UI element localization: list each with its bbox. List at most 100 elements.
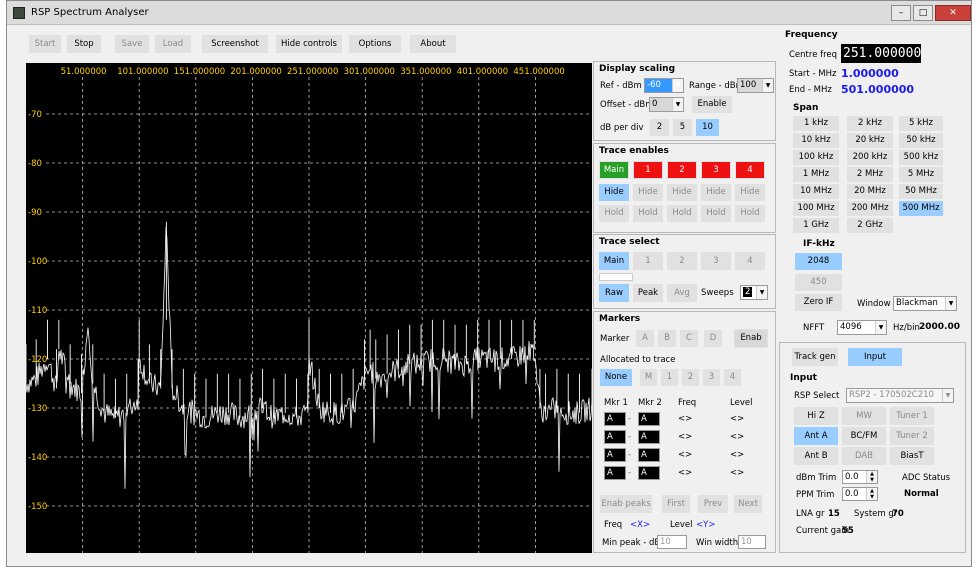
alloc-none-button[interactable]: None (600, 369, 632, 386)
options-button[interactable]: Options (349, 35, 401, 53)
mw-button[interactable]: MW (842, 407, 886, 425)
mkr2-select[interactable]: A (638, 466, 660, 480)
ant-b-button[interactable]: Ant B (794, 447, 838, 465)
rsp-select[interactable]: RSP2 - 170502C210 ▼ (846, 388, 954, 403)
avg-button[interactable]: Avg (667, 284, 697, 302)
enable-offset-button[interactable]: Enable (692, 96, 732, 113)
input-tab[interactable]: Input (848, 348, 902, 366)
zero-if-button[interactable]: Zero IF (795, 294, 842, 311)
span-button[interactable]: 2 GHz (847, 218, 893, 233)
prev-button[interactable]: Prev (698, 495, 728, 513)
range-dbm-select[interactable]: 100 ▼ (737, 78, 774, 93)
span-button[interactable]: 2 kHz (847, 116, 893, 131)
next-button[interactable]: Next (734, 495, 762, 513)
if-450-button[interactable]: 450 (795, 274, 842, 291)
save-button[interactable]: Save (115, 35, 149, 53)
maximize-button[interactable]: □ (913, 5, 933, 21)
track-gen-tab[interactable]: Track gen (792, 348, 838, 366)
span-button[interactable]: 50 MHz (899, 184, 943, 199)
hold-4-button[interactable]: Hold (735, 205, 765, 222)
first-button[interactable]: First (662, 495, 690, 513)
span-button[interactable]: 20 MHz (847, 184, 893, 199)
tuner-1-button[interactable]: Tuner 1 (890, 407, 934, 425)
minimize-button[interactable]: – (891, 5, 911, 21)
about-button[interactable]: About (410, 35, 456, 53)
hide-main-button[interactable]: Hide (599, 184, 629, 201)
trace-select-4[interactable]: 4 (735, 252, 765, 270)
start-button[interactable]: Start (29, 35, 61, 53)
db-per-div-2-button[interactable]: 2 (650, 119, 669, 136)
trace-enable-1[interactable]: 1 (633, 161, 663, 179)
stop-button[interactable]: Stop (67, 35, 101, 53)
trace-enable-4[interactable]: 4 (735, 161, 765, 179)
alloc-4-button[interactable]: 4 (724, 369, 741, 386)
span-button[interactable]: 50 kHz (899, 133, 943, 148)
mkr2-select[interactable]: A (638, 430, 660, 444)
hi-z-button[interactable]: Hi Z (794, 407, 838, 425)
dbm-trim-input[interactable]: 0.0 ▲ ▼ (842, 470, 878, 484)
marker-c-button[interactable]: C (680, 330, 698, 347)
hide-3-button[interactable]: Hide (701, 184, 731, 201)
ppm-trim-input[interactable]: 0.0 ▲ ▼ (842, 487, 878, 501)
spectrum-chart[interactable]: 51.000000 101.000000 151.000000 201.000000 2… (26, 63, 592, 553)
span-button[interactable]: 200 kHz (847, 150, 893, 165)
ref-dbm-select[interactable]: -60 ▼ (644, 78, 684, 93)
db-per-div-5-button[interactable]: 5 (673, 119, 692, 136)
span-button[interactable]: 500 MHz (899, 201, 943, 216)
span-button[interactable]: 10 MHz (793, 184, 839, 199)
min-peak-input[interactable]: 10 (657, 535, 687, 549)
sweeps-select[interactable]: 2 ▼ (740, 285, 768, 300)
hide-controls-button[interactable]: Hide controls (276, 35, 342, 53)
ant-a-button[interactable]: Ant A (794, 427, 838, 445)
peak-button[interactable]: Peak (633, 284, 663, 302)
tuner-2-button[interactable]: Tuner 2 (890, 427, 934, 445)
span-button[interactable]: 1 kHz (793, 116, 839, 131)
span-button[interactable]: 500 kHz (899, 150, 943, 165)
span-button[interactable]: 2 MHz (847, 167, 893, 182)
hide-2-button[interactable]: Hide (667, 184, 697, 201)
marker-b-button[interactable]: B (658, 330, 676, 347)
mkr1-select[interactable]: A (604, 466, 626, 480)
mkr1-select[interactable]: A (604, 448, 626, 462)
nfft-select[interactable]: 4096 ▼ (837, 320, 887, 335)
span-button[interactable]: 200 MHz (847, 201, 893, 216)
if-2048-button[interactable]: 2048 (795, 253, 842, 270)
alloc-2-button[interactable]: 2 (682, 369, 699, 386)
window-select[interactable]: Blackman ▼ (893, 296, 957, 311)
bc-fm-button[interactable]: BC/FM (842, 427, 886, 445)
centre-freq-input[interactable]: 251.000000 (841, 44, 921, 63)
raw-button[interactable]: Raw (599, 284, 629, 302)
alloc-3-button[interactable]: 3 (703, 369, 720, 386)
trace-select-main[interactable]: Main (599, 252, 629, 270)
hide-1-button[interactable]: Hide (633, 184, 663, 201)
marker-enable-button[interactable]: Enab (734, 329, 768, 348)
marker-a-button[interactable]: A (636, 330, 654, 347)
enab-peaks-button[interactable]: Enab peaks (600, 495, 652, 513)
bias-t-button[interactable]: BiasT (890, 447, 934, 465)
load-button[interactable]: Load (155, 35, 191, 53)
spinner-icon[interactable]: ▲ ▼ (866, 488, 877, 500)
close-button[interactable]: ✕ (935, 5, 971, 21)
alloc-main-button[interactable]: M (640, 369, 657, 386)
mkr2-select[interactable]: A (638, 412, 660, 426)
db-per-div-10-button[interactable]: 10 (696, 119, 719, 136)
mkr2-select[interactable]: A (638, 448, 660, 462)
marker-d-button[interactable]: D (704, 330, 722, 347)
trace-enable-main[interactable]: Main (599, 161, 629, 179)
mkr1-select[interactable]: A (604, 412, 626, 426)
trace-select-2[interactable]: 2 (667, 252, 697, 270)
screenshot-button[interactable]: Screenshot (202, 35, 268, 53)
offset-dbm-select[interactable]: 0 ▼ (649, 97, 684, 112)
trace-select-1[interactable]: 1 (633, 252, 663, 270)
span-button[interactable]: 10 kHz (793, 133, 839, 148)
hold-main-button[interactable]: Hold (599, 205, 629, 222)
span-button[interactable]: 100 MHz (793, 201, 839, 216)
win-width-input[interactable]: 10 (738, 535, 766, 549)
dab-button[interactable]: DAB (842, 447, 886, 465)
span-button[interactable]: 1 GHz (793, 218, 839, 233)
trace-enable-2[interactable]: 2 (667, 161, 697, 179)
hold-2-button[interactable]: Hold (667, 205, 697, 222)
trace-select-3[interactable]: 3 (701, 252, 731, 270)
spinner-icon[interactable]: ▲ ▼ (866, 471, 877, 483)
alloc-1-button[interactable]: 1 (661, 369, 678, 386)
